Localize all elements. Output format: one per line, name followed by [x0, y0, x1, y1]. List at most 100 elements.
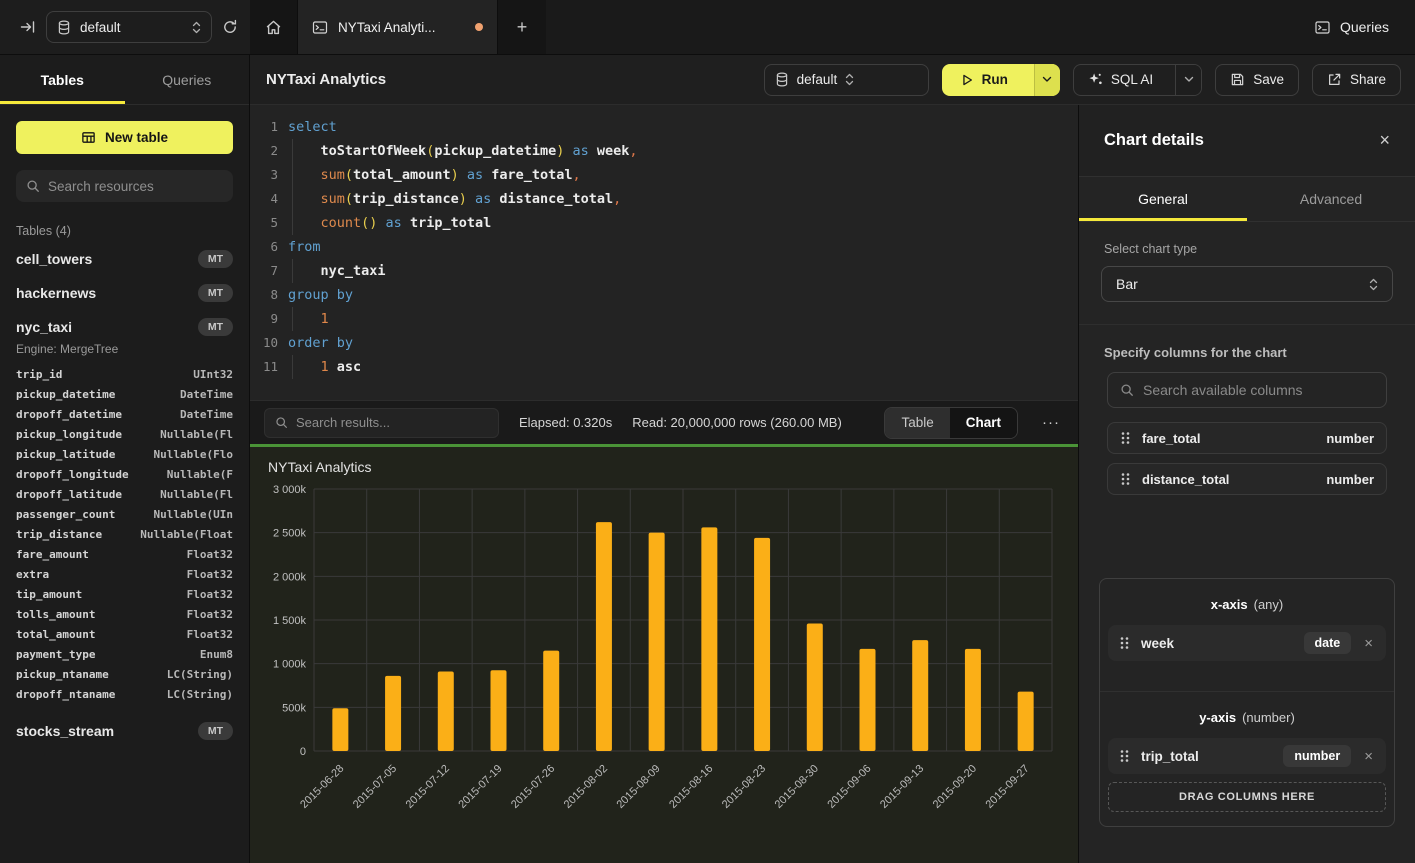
bar-2015-08-16[interactable] [701, 527, 717, 751]
bar-2015-09-27[interactable] [1018, 692, 1034, 751]
save-icon [1230, 72, 1245, 87]
remove-icon[interactable]: × [1362, 635, 1375, 652]
run-dropdown-button[interactable] [1034, 64, 1060, 96]
sidebar-search-input[interactable] [48, 179, 223, 194]
share-icon [1327, 72, 1342, 87]
x-axis-heading: x-axis(any) [1108, 597, 1386, 612]
queries-button[interactable]: Queries [1314, 19, 1389, 35]
available-column-distance_total[interactable]: distance_totalnumber [1107, 463, 1387, 495]
line-number: 2 [250, 139, 278, 163]
svg-text:0: 0 [300, 746, 306, 758]
query-title: NYTaxi Analytics [266, 71, 386, 88]
svg-text:2 000k: 2 000k [273, 571, 307, 583]
code-text: count() as trip_total [278, 211, 491, 235]
new-tab-button[interactable]: + [498, 0, 546, 54]
new-table-button[interactable]: New table [16, 121, 233, 154]
y-axis-column-chip[interactable]: trip_total number × [1108, 738, 1386, 774]
bar-2015-07-12[interactable] [438, 672, 454, 751]
column-name: pickup_ntaname [16, 668, 109, 681]
sql-editor[interactable]: 1select2 toStartOfWeek(pickup_datetime) … [250, 105, 1078, 400]
run-label: Run [982, 72, 1008, 87]
code-text: sum(total_amount) as fare_total, [278, 163, 581, 187]
sql-ai-dropdown-button[interactable] [1175, 65, 1201, 95]
column-row: dropoff_datetimeDateTime [0, 404, 249, 424]
tab-nytaxi-analytics[interactable]: NYTaxi Analyti... [298, 0, 498, 54]
code-line: 3 sum(total_amount) as fare_total, [250, 163, 1078, 187]
view-toggle: Table Chart [884, 407, 1018, 439]
chart-title: NYTaxi Analytics [268, 459, 1064, 475]
token: from [288, 239, 321, 255]
topbar: default NYTaxi Analyti.. [0, 0, 1415, 55]
column-type: Float32 [187, 628, 233, 641]
bar-2015-09-06[interactable] [860, 649, 876, 751]
drag-handle-icon [1120, 471, 1131, 487]
tab-title: NYTaxi Analyti... [338, 20, 436, 35]
toolbar-database-value: default [797, 72, 838, 87]
table-row-cell_towers[interactable]: cell_towersMT [0, 242, 249, 276]
available-column-fare_total[interactable]: fare_totalnumber [1107, 422, 1387, 454]
x-tick-label: 2015-07-19 [456, 763, 504, 811]
axis-config-box: x-axis(any) week date × [1099, 578, 1395, 827]
bar-chart[interactable]: 0500k1 000k1 500k2 000k2 500k3 000k2015-… [264, 477, 1064, 863]
token: as [459, 167, 492, 183]
new-table-label: New table [105, 130, 168, 145]
bar-2015-09-13[interactable] [912, 640, 928, 751]
tab-general[interactable]: General [1079, 177, 1247, 221]
sidebar-tab-queries[interactable]: Queries [125, 55, 250, 104]
table-row-nyc_taxi[interactable]: nyc_taxiMT [0, 310, 249, 344]
close-icon[interactable]: × [1379, 130, 1390, 151]
refresh-button[interactable] [222, 19, 238, 35]
bar-2015-08-02[interactable] [596, 522, 612, 751]
token: total_amount [353, 167, 451, 183]
tab-home[interactable] [250, 0, 298, 54]
save-button[interactable]: Save [1215, 64, 1299, 96]
chart-type-label: Select chart type [1104, 242, 1390, 256]
view-toggle-chart[interactable]: Chart [950, 408, 1017, 438]
bar-2015-06-28[interactable] [332, 708, 348, 751]
bar-2015-07-05[interactable] [385, 676, 401, 751]
token: as [564, 143, 597, 159]
collapse-sidebar-button[interactable] [20, 19, 36, 35]
table-row-stocks_stream[interactable]: stocks_streamMT [0, 714, 249, 748]
drag-columns-drop-zone[interactable]: DRAG COLUMNS HERE [1108, 782, 1386, 812]
column-row: payment_typeEnum8 [0, 644, 249, 664]
token: as [467, 191, 500, 207]
code-line: 1select [250, 115, 1078, 139]
bar-2015-08-23[interactable] [754, 538, 770, 751]
view-toggle-table[interactable]: Table [885, 408, 949, 438]
table-name: hackernews [16, 285, 96, 301]
elapsed-stat: Elapsed: 0.320s [519, 415, 612, 430]
sidebar-tab-tables[interactable]: Tables [0, 55, 125, 104]
results-more-button[interactable]: ··· [1038, 414, 1064, 431]
topbar-database-value: default [80, 20, 183, 35]
x-axis-column-chip[interactable]: week date × [1108, 625, 1386, 661]
run-button[interactable]: Run [942, 64, 1060, 96]
bar-2015-09-20[interactable] [965, 649, 981, 751]
tab-advanced[interactable]: Advanced [1247, 177, 1415, 221]
remove-icon[interactable]: × [1362, 748, 1375, 765]
bar-2015-07-19[interactable] [491, 670, 507, 751]
bar-2015-08-09[interactable] [649, 533, 665, 751]
line-number: 11 [250, 355, 278, 379]
sql-ai-button[interactable]: SQL AI [1073, 64, 1202, 96]
code-line: 4 sum(trip_distance) as distance_total, [250, 187, 1078, 211]
column-type: LC(String) [167, 688, 233, 701]
columns-search-input[interactable] [1143, 382, 1374, 398]
token [288, 215, 321, 231]
bar-2015-08-30[interactable] [807, 623, 823, 751]
code-text: sum(trip_distance) as distance_total, [278, 187, 621, 211]
code-line: 8group by [250, 283, 1078, 307]
toolbar-database-selector[interactable]: default [764, 64, 929, 96]
table-row-hackernews[interactable]: hackernewsMT [0, 276, 249, 310]
chart-type-select[interactable]: Bar [1101, 266, 1393, 302]
bar-2015-07-26[interactable] [543, 651, 559, 751]
line-number: 5 [250, 211, 278, 235]
results-search-input[interactable] [296, 415, 488, 430]
share-button[interactable]: Share [1312, 64, 1401, 96]
tabstrip: NYTaxi Analyti... + [250, 0, 546, 54]
token: count [321, 215, 362, 231]
column-name: tip_amount [16, 588, 82, 601]
column-row: tolls_amountFloat32 [0, 604, 249, 624]
code-line: 11 1 asc [250, 355, 1078, 379]
topbar-database-selector[interactable]: default [46, 11, 212, 43]
